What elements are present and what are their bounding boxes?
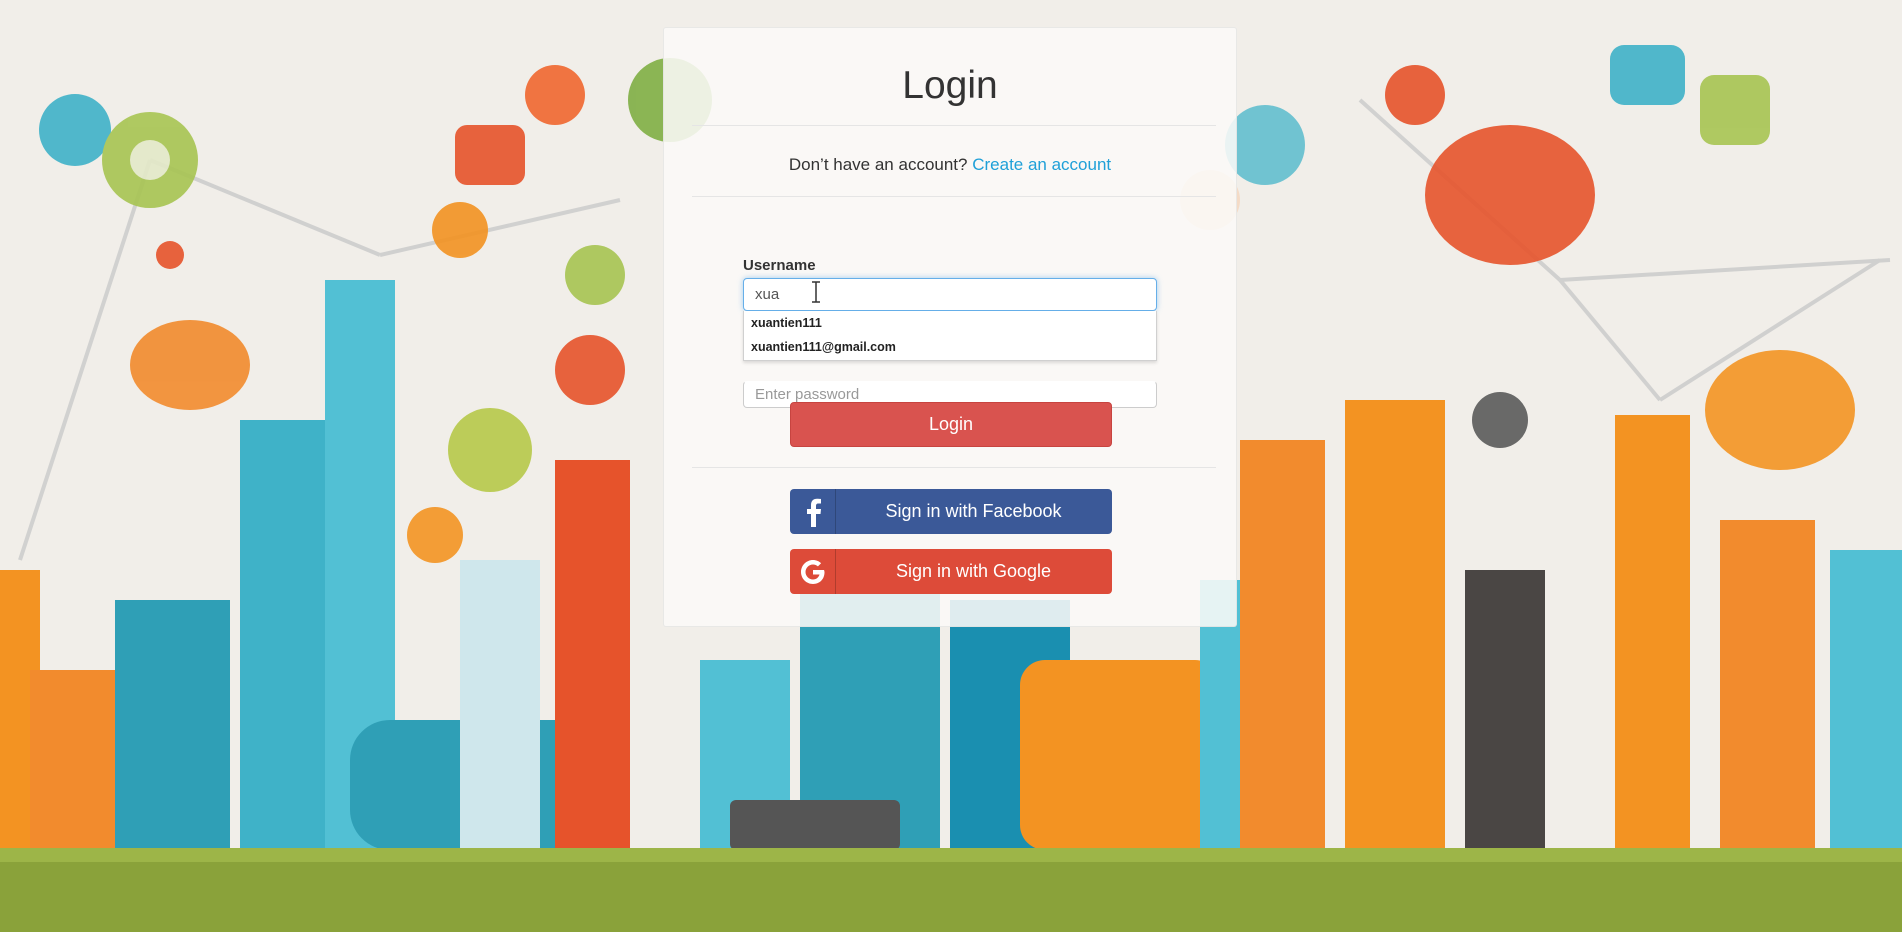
autocomplete-item[interactable]: xuantien111 bbox=[744, 311, 1156, 335]
username-input[interactable] bbox=[743, 278, 1157, 311]
divider bbox=[692, 125, 1216, 126]
autocomplete-item[interactable]: xuantien111@gmail.com bbox=[744, 335, 1156, 359]
autocomplete-dropdown: xuantien111 xuantien111@gmail.com bbox=[743, 311, 1157, 361]
google-signin-label: Sign in with Google bbox=[895, 561, 1052, 581]
login-page: Login Don’t have an account? Create an a… bbox=[0, 0, 1902, 932]
signup-prompt-row: Don’t have an account? Create an account bbox=[664, 155, 1236, 175]
page-title: Login bbox=[902, 64, 998, 107]
username-label: Username bbox=[743, 257, 816, 274]
login-card: Login Don’t have an account? Create an a… bbox=[663, 27, 1237, 627]
text-cursor-icon bbox=[812, 281, 820, 303]
signup-prompt-text: Don’t have an account? bbox=[788, 155, 968, 174]
divider bbox=[692, 467, 1216, 468]
create-account-link[interactable]: Create an account bbox=[972, 155, 1111, 174]
divider bbox=[692, 196, 1216, 197]
google-icon bbox=[790, 549, 836, 594]
facebook-signin-button[interactable]: Sign in with Facebook bbox=[790, 489, 1112, 534]
google-signin-button[interactable]: Sign in with Google bbox=[790, 549, 1112, 594]
login-button[interactable]: Login bbox=[790, 402, 1112, 447]
facebook-signin-label: Sign in with Facebook bbox=[885, 501, 1062, 521]
facebook-icon bbox=[790, 489, 836, 534]
